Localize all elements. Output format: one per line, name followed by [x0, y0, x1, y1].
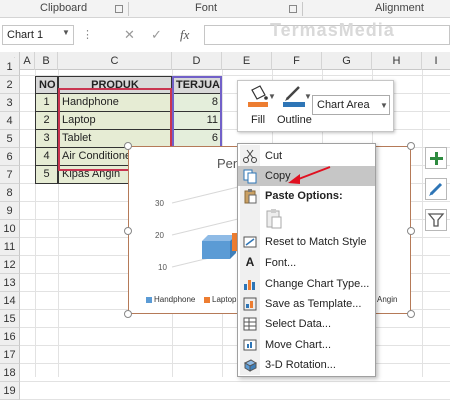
ribbon-separator [302, 2, 303, 16]
row-header[interactable]: 15 [0, 310, 20, 328]
column-header-e[interactable]: E [222, 52, 272, 70]
row-header[interactable]: 14 [0, 292, 20, 310]
ribbon-group-alignment: Alignment [375, 2, 424, 14]
menu-item-change-chart-type[interactable]: Change Chart Type... [238, 274, 375, 294]
gridline [20, 363, 450, 364]
menu-item-label: Reset to Match Style [265, 236, 367, 248]
red-arrow-icon [288, 166, 331, 184]
row-header[interactable]: 1 [0, 58, 20, 76]
column-header-f[interactable]: F [272, 52, 322, 70]
menu-item-label: Paste Options: [265, 190, 343, 202]
row-header[interactable]: 6 [0, 148, 20, 166]
row-header[interactable]: 10 [0, 220, 20, 238]
menu-item-font[interactable]: Font... [238, 253, 375, 273]
menu-item-reset-style[interactable]: Reset to Match Style [238, 232, 375, 252]
chart-resize-handle[interactable] [407, 142, 415, 150]
column-header-i[interactable]: I [422, 52, 450, 70]
gridline [20, 327, 450, 328]
menu-item-cut[interactable]: Cut [238, 146, 375, 166]
chart-filters-button[interactable] [425, 209, 447, 231]
row-header[interactable]: 2 [0, 76, 20, 94]
menu-item-move-chart[interactable]: Move Chart... [238, 335, 375, 355]
fill-bucket-icon[interactable] [246, 84, 270, 110]
menu-item-label: Cut [265, 150, 283, 162]
menu-item-label: Save as Template... [265, 298, 362, 310]
chart-tick-label: 10 [158, 263, 167, 272]
outline-dropdown-icon[interactable]: ▼ [304, 92, 312, 101]
table-cell-no[interactable]: 4 [35, 148, 58, 166]
chart-resize-handle[interactable] [124, 142, 132, 150]
table-cell-no[interactable]: 5 [35, 166, 58, 184]
row-header[interactable]: 19 [0, 382, 20, 400]
chart-elements-button[interactable] [425, 147, 447, 169]
chart-styles-button[interactable] [425, 178, 447, 200]
name-box-dropdown-icon[interactable]: ▼ [62, 28, 70, 37]
enter-formula-icon[interactable]: ✓ [151, 27, 162, 43]
chart-element-value: Chart Area [317, 99, 370, 111]
ribbon-group-font: Font [195, 2, 218, 14]
row-header[interactable]: 16 [0, 328, 20, 346]
chart-tick-label: 20 [155, 231, 164, 240]
row-header[interactable]: 5 [0, 130, 20, 148]
formula-dots-icon: ⋮ [82, 29, 93, 41]
cancel-formula-icon[interactable]: ✕ [124, 27, 135, 43]
legend-swatch-laptop [204, 297, 210, 303]
menu-item-select-data[interactable]: Select Data... [238, 314, 375, 334]
ribbon-separator [128, 2, 129, 16]
table-cell-no[interactable]: 1 [35, 94, 58, 112]
header-no[interactable]: NO [35, 76, 58, 94]
column-header-c[interactable]: C [58, 52, 172, 70]
row-header[interactable]: 17 [0, 346, 20, 364]
table-cell-no[interactable]: 3 [35, 130, 58, 148]
chart-element-select[interactable]: Chart Area [312, 95, 390, 115]
chart-resize-handle[interactable] [407, 310, 415, 318]
paste-options-heading: Paste Options: [238, 186, 375, 206]
row-header[interactable]: 8 [0, 184, 20, 202]
legend-item-laptop[interactable]: Laptop [212, 295, 238, 304]
row-header[interactable]: 9 [0, 202, 20, 220]
gridline [20, 345, 450, 346]
menu-item-3d-rotation[interactable]: 3-D Rotation... [238, 355, 375, 375]
paste-option-button[interactable] [264, 208, 284, 230]
legend-item-kipas-angin[interactable]: Angin [377, 295, 397, 304]
outline-label[interactable]: Outline [277, 114, 312, 126]
column-header-d[interactable]: D [172, 52, 222, 70]
gridline [422, 70, 423, 377]
column-header-h[interactable]: H [372, 52, 422, 70]
column-header-a[interactable]: A [20, 52, 35, 70]
row-header[interactable]: 3 [0, 94, 20, 112]
gridline [20, 381, 450, 382]
watermark-text: TermasMedia [270, 20, 395, 40]
menu-item-save-template[interactable]: Save as Template... [238, 294, 375, 314]
column-header-b[interactable]: B [35, 52, 58, 70]
row-header[interactable]: 7 [0, 166, 20, 184]
menu-item-label: Change Chart Type... [265, 278, 370, 290]
chart-tick-label: 30 [155, 199, 164, 208]
clipboard-launcher-icon[interactable] [115, 5, 123, 13]
column-header-g[interactable]: G [322, 52, 372, 70]
menu-item-label: 3-D Rotation... [265, 359, 336, 371]
menu-item-label: Move Chart... [265, 339, 332, 351]
insert-function-icon[interactable]: fx [180, 27, 189, 43]
row-header[interactable]: 11 [0, 238, 20, 256]
fill-dropdown-icon[interactable]: ▼ [268, 92, 276, 101]
chart-element-dropdown-icon[interactable]: ▼ [380, 101, 388, 110]
row-header[interactable]: 4 [0, 112, 20, 130]
row-header[interactable]: 18 [0, 364, 20, 382]
chart-resize-handle[interactable] [124, 227, 132, 235]
row-header[interactable]: 12 [0, 256, 20, 274]
copy-icon [242, 168, 258, 184]
menu-item-label: Select Data... [265, 318, 332, 330]
chart-resize-handle[interactable] [407, 227, 415, 235]
menu-item-label: Font... [265, 257, 297, 269]
row-header[interactable]: 13 [0, 274, 20, 292]
fill-label[interactable]: Fill [251, 114, 265, 126]
ribbon-group-clipboard: Clipboard [40, 2, 88, 14]
legend-swatch-handphone [146, 297, 152, 303]
legend-item-handphone[interactable]: Handphone [154, 295, 195, 304]
table-cell-no[interactable]: 2 [35, 112, 58, 130]
chart-plot-area [171, 186, 239, 268]
font-launcher-icon[interactable] [289, 5, 297, 13]
chart-resize-handle[interactable] [124, 310, 132, 318]
